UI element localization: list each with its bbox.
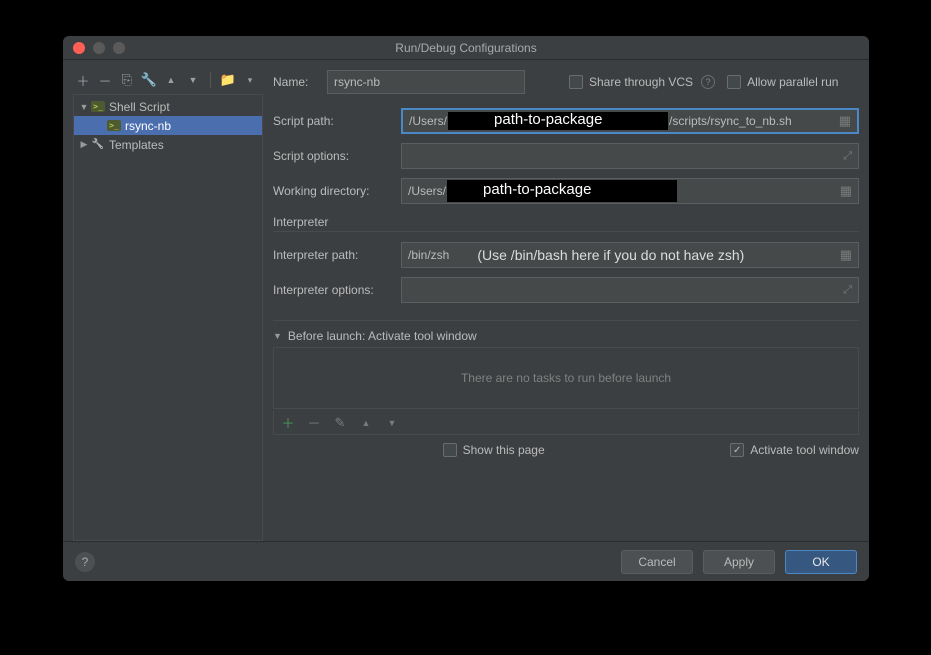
dialog-footer: ? Cancel Apply OK: [63, 541, 869, 581]
down-arrow-icon[interactable]: ▼: [185, 72, 201, 88]
run-debug-config-window: Run/Debug Configurations ＋ － ⎘ 🔧 ▲ ▼ 📁 ▾: [63, 36, 869, 581]
remove-icon[interactable]: －: [97, 72, 113, 88]
parallel-run-label: Allow parallel run: [747, 75, 838, 89]
config-form: Name: rsync-nb Share through VCS ? Allow…: [273, 68, 859, 541]
redacted-path: path-to-package: [448, 112, 668, 130]
up-arrow-icon[interactable]: ▲: [163, 72, 179, 88]
cancel-button[interactable]: Cancel: [621, 550, 693, 574]
show-page-group[interactable]: Show this page: [443, 443, 545, 457]
working-dir-input[interactable]: /Users/ path-to-package ▦: [401, 178, 859, 204]
activate-tool-label: Activate tool window: [750, 443, 859, 457]
templates-icon: [90, 139, 106, 150]
interpreter-section-label: Interpreter: [273, 215, 859, 229]
sidebar-toolbar: ＋ － ⎘ 🔧 ▲ ▼ 📁 ▾: [73, 68, 263, 92]
remove-task-icon[interactable]: －: [306, 415, 322, 431]
show-page-label: Show this page: [463, 443, 545, 457]
edit-task-icon[interactable]: ✎: [332, 415, 348, 431]
titlebar: Run/Debug Configurations: [63, 36, 869, 60]
shell-script-icon: [106, 120, 122, 131]
add-task-icon[interactable]: ＋: [280, 415, 296, 431]
parallel-run-checkbox[interactable]: [727, 75, 741, 89]
no-tasks-text: There are no tasks to run before launch: [461, 371, 671, 385]
divider: [273, 320, 859, 321]
ok-button[interactable]: OK: [785, 550, 857, 574]
separator: [210, 72, 211, 88]
help-hint-icon[interactable]: ?: [701, 75, 715, 89]
divider: [273, 231, 859, 232]
script-options-input[interactable]: ⤢: [401, 143, 859, 169]
up-task-icon[interactable]: ▲: [358, 415, 374, 431]
config-tree: ▼ Shell Script rsync-nb ▶ Templates: [73, 94, 263, 541]
content-area: ＋ － ⎘ 🔧 ▲ ▼ 📁 ▾ ▼ Shell Script: [63, 60, 869, 541]
redacted-path: path-to-package: [447, 180, 677, 202]
task-toolbar: ＋ － ✎ ▲ ▼: [273, 411, 859, 435]
apply-button[interactable]: Apply: [703, 550, 775, 574]
script-options-row: Script options: ⤢: [273, 143, 859, 169]
script-options-label: Script options:: [273, 149, 401, 163]
activate-tool-checkbox[interactable]: [730, 443, 744, 457]
script-path-row: Script path: /Users/ path-to-package /sc…: [273, 108, 859, 134]
interpreter-path-label: Interpreter path:: [273, 248, 401, 262]
tree-item-rsync-nb[interactable]: rsync-nb: [74, 116, 262, 135]
name-input[interactable]: rsync-nb: [327, 70, 525, 94]
tree-group-templates[interactable]: ▶ Templates: [74, 135, 262, 154]
script-path-label: Script path:: [273, 114, 401, 128]
tree-group-shell-script[interactable]: ▼ Shell Script: [74, 97, 262, 116]
interpreter-options-input[interactable]: ⤢: [401, 277, 859, 303]
tree-label: Templates: [109, 138, 164, 152]
show-page-checkbox[interactable]: [443, 443, 457, 457]
name-label: Name:: [273, 75, 327, 89]
interpreter-note: (Use /bin/bash here if you do not have z…: [477, 247, 744, 263]
share-vcs-checkbox[interactable]: [569, 75, 583, 89]
script-path-input[interactable]: /Users/ path-to-package /scripts/rsync_t…: [401, 108, 859, 134]
copy-icon[interactable]: ⎘: [119, 72, 135, 88]
name-row: Name: rsync-nb Share through VCS ? Allow…: [273, 70, 859, 94]
down-task-icon[interactable]: ▼: [384, 415, 400, 431]
bottom-checks: Show this page Activate tool window: [273, 443, 859, 457]
working-dir-row: Working directory: /Users/ path-to-packa…: [273, 178, 859, 204]
expand-icon[interactable]: ⤢: [843, 150, 852, 163]
before-launch-label: Before launch: Activate tool window: [288, 329, 477, 343]
dialog-body: ＋ － ⎘ 🔧 ▲ ▼ 📁 ▾ ▼ Shell Script: [63, 60, 869, 581]
share-vcs-label: Share through VCS: [589, 75, 693, 89]
activate-tool-group[interactable]: Activate tool window: [730, 443, 859, 457]
name-value: rsync-nb: [334, 75, 380, 89]
browse-icon[interactable]: ▦: [839, 113, 851, 129]
window-title: Run/Debug Configurations: [63, 41, 869, 55]
interpreter-options-row: Interpreter options: ⤢: [273, 277, 859, 303]
browse-icon[interactable]: ▦: [840, 183, 852, 199]
shell-script-icon: [90, 101, 106, 112]
before-launch-header[interactable]: ▼ Before launch: Activate tool window: [273, 329, 859, 343]
chevron-icon[interactable]: ▾: [242, 72, 258, 88]
help-icon[interactable]: ?: [75, 552, 95, 572]
folder-open-icon[interactable]: 📁: [220, 72, 236, 88]
interpreter-options-label: Interpreter options:: [273, 283, 401, 297]
working-dir-label: Working directory:: [273, 184, 401, 198]
interpreter-path-row: Interpreter path: /bin/zsh (Use /bin/bas…: [273, 242, 859, 268]
wrench-icon[interactable]: 🔧: [141, 72, 157, 88]
collapse-arrow-icon: ▼: [273, 331, 282, 341]
sidebar: ＋ － ⎘ 🔧 ▲ ▼ 📁 ▾ ▼ Shell Script: [73, 68, 263, 541]
expand-icon[interactable]: ⤢: [843, 284, 852, 297]
parallel-run-group[interactable]: Allow parallel run: [727, 75, 838, 89]
browse-icon[interactable]: ▦: [840, 247, 852, 263]
share-vcs-group[interactable]: Share through VCS ?: [569, 75, 715, 89]
tree-label: rsync-nb: [125, 119, 171, 133]
interpreter-path-input[interactable]: /bin/zsh (Use /bin/bash here if you do n…: [401, 242, 859, 268]
expand-arrow-icon[interactable]: ▼: [78, 102, 90, 112]
footer-buttons: Cancel Apply OK: [621, 550, 857, 574]
expand-arrow-icon[interactable]: ▶: [78, 139, 90, 150]
tree-label: Shell Script: [109, 100, 170, 114]
before-launch-task-list: There are no tasks to run before launch: [273, 347, 859, 409]
add-icon[interactable]: ＋: [75, 72, 91, 88]
